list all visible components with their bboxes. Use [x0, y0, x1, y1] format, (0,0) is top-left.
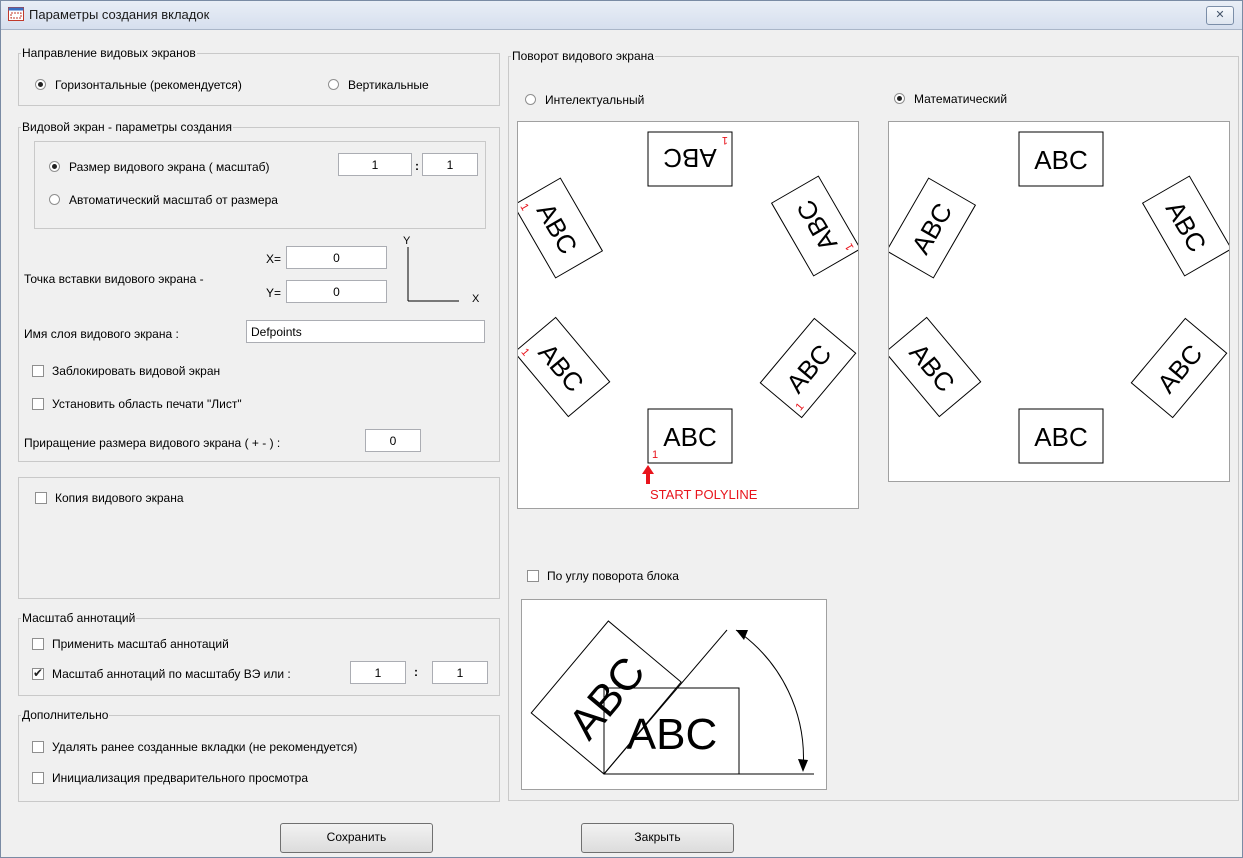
vertical-label: Вертикальные	[348, 78, 429, 92]
scale-colon: :	[415, 159, 419, 173]
direction-legend: Направление видовых экранов	[22, 46, 196, 60]
annotation-group: Масштаб аннотаций	[18, 611, 500, 696]
annotation-by-vp-checkbox[interactable]	[32, 666, 44, 680]
copy-label: Копия видового экрана	[55, 491, 184, 505]
horizontal-radio[interactable]	[35, 79, 46, 90]
close-button-label: Закрыть	[634, 830, 681, 844]
title-bar[interactable]: Параметры создания вкладок ✕	[1, 1, 1242, 30]
block-angle-preview: ABC ABC	[521, 599, 827, 790]
copy-checkbox[interactable]	[35, 492, 47, 504]
save-button[interactable]: Сохранить	[280, 823, 433, 853]
intel-abc-bottom: ABC	[663, 422, 716, 452]
start-polyline-label: START POLYLINE	[650, 487, 758, 502]
insert-point-label: Точка вставки видового экрана -	[24, 272, 204, 286]
insert-x-input[interactable]	[286, 246, 387, 269]
increment-label: Приращение размера видового экрана ( + -…	[24, 436, 281, 450]
mathematical-label: Математический	[914, 92, 1008, 106]
auto-scale-radio[interactable]	[49, 194, 60, 205]
lock-checkbox[interactable]	[32, 365, 44, 377]
axis-y-label: Y	[403, 235, 411, 247]
annotation-legend: Масштаб аннотаций	[22, 611, 136, 625]
close-icon: ✕	[1215, 9, 1225, 21]
intellectual-preview: ABC 1 ABC 1 ABC 1 ABC 1 ABC 1 ABC 1 STAR…	[517, 121, 859, 509]
extra-legend: Дополнительно	[22, 708, 109, 722]
lock-label: Заблокировать видовой экран	[52, 364, 221, 378]
init-preview-checkbox[interactable]	[32, 772, 44, 784]
close-button[interactable]: Закрыть	[581, 823, 734, 853]
arc-arrow-start-icon	[736, 630, 748, 640]
app-icon	[8, 7, 24, 21]
init-preview-label: Инициализация предварительного просмотра	[52, 771, 309, 785]
dialog-window: Параметры создания вкладок ✕ Направление…	[0, 0, 1243, 858]
block-base-abc: ABC	[627, 710, 717, 759]
intel-marker-top: 1	[722, 134, 728, 146]
scale-denominator-input[interactable]	[422, 153, 478, 176]
layer-label: Имя слоя видового экрана :	[24, 327, 179, 341]
vertical-radio[interactable]	[328, 79, 339, 90]
block-angle-checkbox[interactable]	[527, 570, 539, 582]
annotation-denominator-input[interactable]	[432, 661, 488, 684]
window-title: Параметры создания вкладок	[29, 7, 210, 22]
delete-tabs-label: Удалять ранее созданные вкладки (не реко…	[52, 740, 358, 754]
layer-input[interactable]	[246, 320, 485, 343]
delete-tabs-checkbox[interactable]	[32, 741, 44, 753]
insert-y-input[interactable]	[286, 280, 387, 303]
create-legend: Видовой экран - параметры создания	[22, 120, 232, 134]
insert-x-label: X=	[266, 252, 282, 266]
mathematical-preview: ABC ABC ABC ABC ABC ABC	[888, 121, 1230, 482]
size-scale-radio[interactable]	[49, 161, 60, 172]
horizontal-label: Горизонтальные (рекомендуется)	[55, 78, 242, 92]
arc-arrow-end-icon	[798, 759, 808, 772]
print-area-label: Установить область печати "Лист"	[52, 397, 242, 411]
intel-marker-bottom: 1	[652, 449, 658, 461]
math-abc-bottom: ABC	[1034, 422, 1087, 452]
size-scale-label: Размер видового экрана ( масштаб)	[69, 160, 270, 174]
apply-annotation-label: Применить масштаб аннотаций	[52, 637, 229, 651]
annotation-colon: :	[414, 665, 418, 679]
extra-group: Дополнительно	[18, 708, 500, 802]
block-angle-label: По углу поворота блока	[547, 569, 679, 583]
save-button-label: Сохранить	[326, 830, 387, 844]
math-abc-top: ABC	[1034, 145, 1087, 175]
start-arrow-icon	[642, 465, 654, 484]
auto-scale-label: Автоматический масштаб от размера	[69, 193, 278, 207]
apply-annotation-checkbox[interactable]	[32, 638, 44, 650]
annotation-by-vp-label: Масштаб аннотаций по масштабу ВЭ или :	[52, 667, 291, 681]
scale-numerator-input[interactable]	[338, 153, 412, 176]
annotation-numerator-input[interactable]	[350, 661, 406, 684]
close-window-button[interactable]: ✕	[1206, 6, 1234, 25]
print-area-checkbox[interactable]	[32, 398, 44, 410]
intel-abc-top: ABC	[663, 143, 716, 173]
direction-group: Направление видовых экранов	[18, 46, 500, 106]
mathematical-radio[interactable]	[894, 93, 905, 104]
rotation-legend: Поворот видового экрана	[512, 49, 654, 63]
axis-x-label: X	[472, 293, 480, 305]
increment-input[interactable]	[365, 429, 421, 452]
scale-box	[34, 141, 486, 229]
intellectual-radio[interactable]	[525, 94, 536, 105]
insert-y-label: Y=	[266, 286, 282, 300]
intellectual-label: Интелектуальный	[545, 93, 645, 107]
